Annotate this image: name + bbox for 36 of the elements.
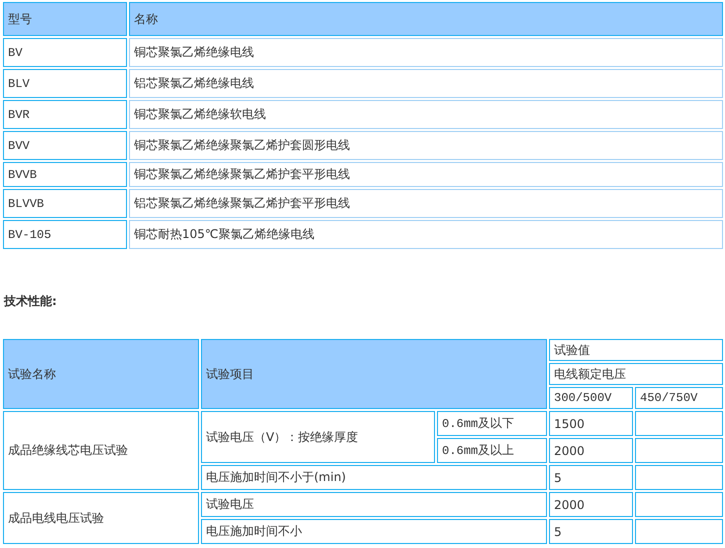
table-cell: 电压施加时间不小	[201, 519, 547, 544]
column-header: 电线额定电压	[549, 363, 723, 385]
table-cell: BV	[3, 38, 127, 67]
table-cell: 0.6mm及以上	[437, 438, 547, 463]
table-cell: 成品绝缘线芯电压试验	[3, 411, 199, 490]
table-cell: 铜芯聚氯乙烯绝缘电线	[129, 38, 723, 67]
table-cell: 成品电线电压试验	[3, 492, 199, 544]
table-cell: BV-105	[3, 220, 127, 249]
table-cell: 5	[549, 465, 633, 490]
table-cell: 铜芯聚氯乙烯绝缘聚氯乙烯护套平形电线	[129, 162, 723, 187]
column-header: 型号	[3, 2, 127, 36]
table-cell: 铝芯聚氯乙烯绝缘电线	[129, 69, 723, 98]
table-cell: BVVB	[3, 162, 127, 187]
column-header: 300/500V	[549, 387, 633, 409]
column-header: 试验值	[549, 339, 723, 361]
table-cell: BVR	[3, 100, 127, 129]
column-header: 名称	[129, 2, 723, 36]
table-cell: 2000	[549, 492, 633, 517]
section-heading: 技术性能:	[4, 293, 58, 309]
table-cell: 0.6mm及以下	[437, 411, 547, 436]
table-cell: BLVVB	[3, 189, 127, 218]
table-cell: 5	[549, 519, 633, 544]
table-cell: 铝芯聚氯乙烯绝缘聚氯乙烯护套平形电线	[129, 189, 723, 218]
table-cell: 电压施加时间不小于(min)	[201, 465, 547, 490]
table-cell: 试验电压	[201, 492, 547, 517]
column-header: 试验项目	[201, 339, 547, 409]
table-cell: 铜芯聚氯乙烯绝缘聚氯乙烯护套圆形电线	[129, 131, 723, 160]
table-cell: BVV	[3, 131, 127, 160]
table-cell: 1500	[549, 411, 633, 436]
table-cell: 铜芯耐热105℃聚氯乙烯绝缘电线	[129, 220, 723, 249]
table-cell: BLV	[3, 69, 127, 98]
column-header: 试验名称	[3, 339, 199, 409]
table-cell: 铜芯聚氯乙烯绝缘软电线	[129, 100, 723, 129]
table-cell: 2000	[549, 438, 633, 463]
table-cell: 试验电压（V）：按绝缘厚度	[201, 411, 435, 463]
column-header: 450/750V	[635, 387, 723, 409]
